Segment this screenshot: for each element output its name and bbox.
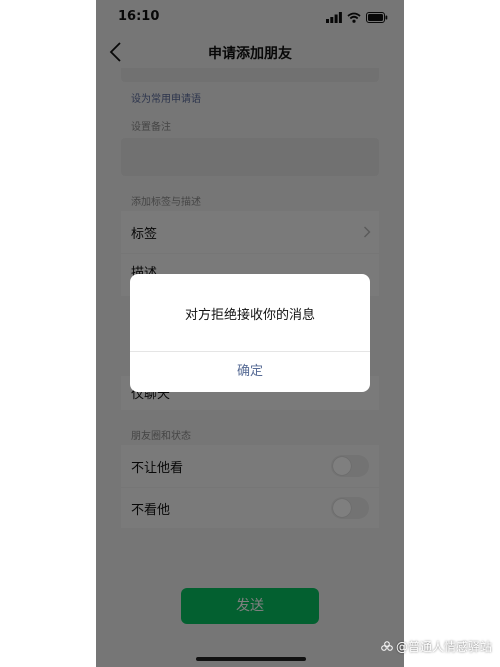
- dialog-confirm-button[interactable]: 确定: [130, 352, 370, 392]
- flower-logo-icon: [381, 640, 393, 651]
- phone-screen: 16:10 申请添加朋友: [96, 0, 404, 667]
- watermark-text: @普通人情感驿站: [395, 640, 492, 654]
- watermark: @普通人情感驿站: [381, 638, 492, 655]
- dialog-message: 对方拒绝接收你的消息: [184, 308, 315, 323]
- alert-dialog: 对方拒绝接收你的消息 确定: [130, 274, 370, 392]
